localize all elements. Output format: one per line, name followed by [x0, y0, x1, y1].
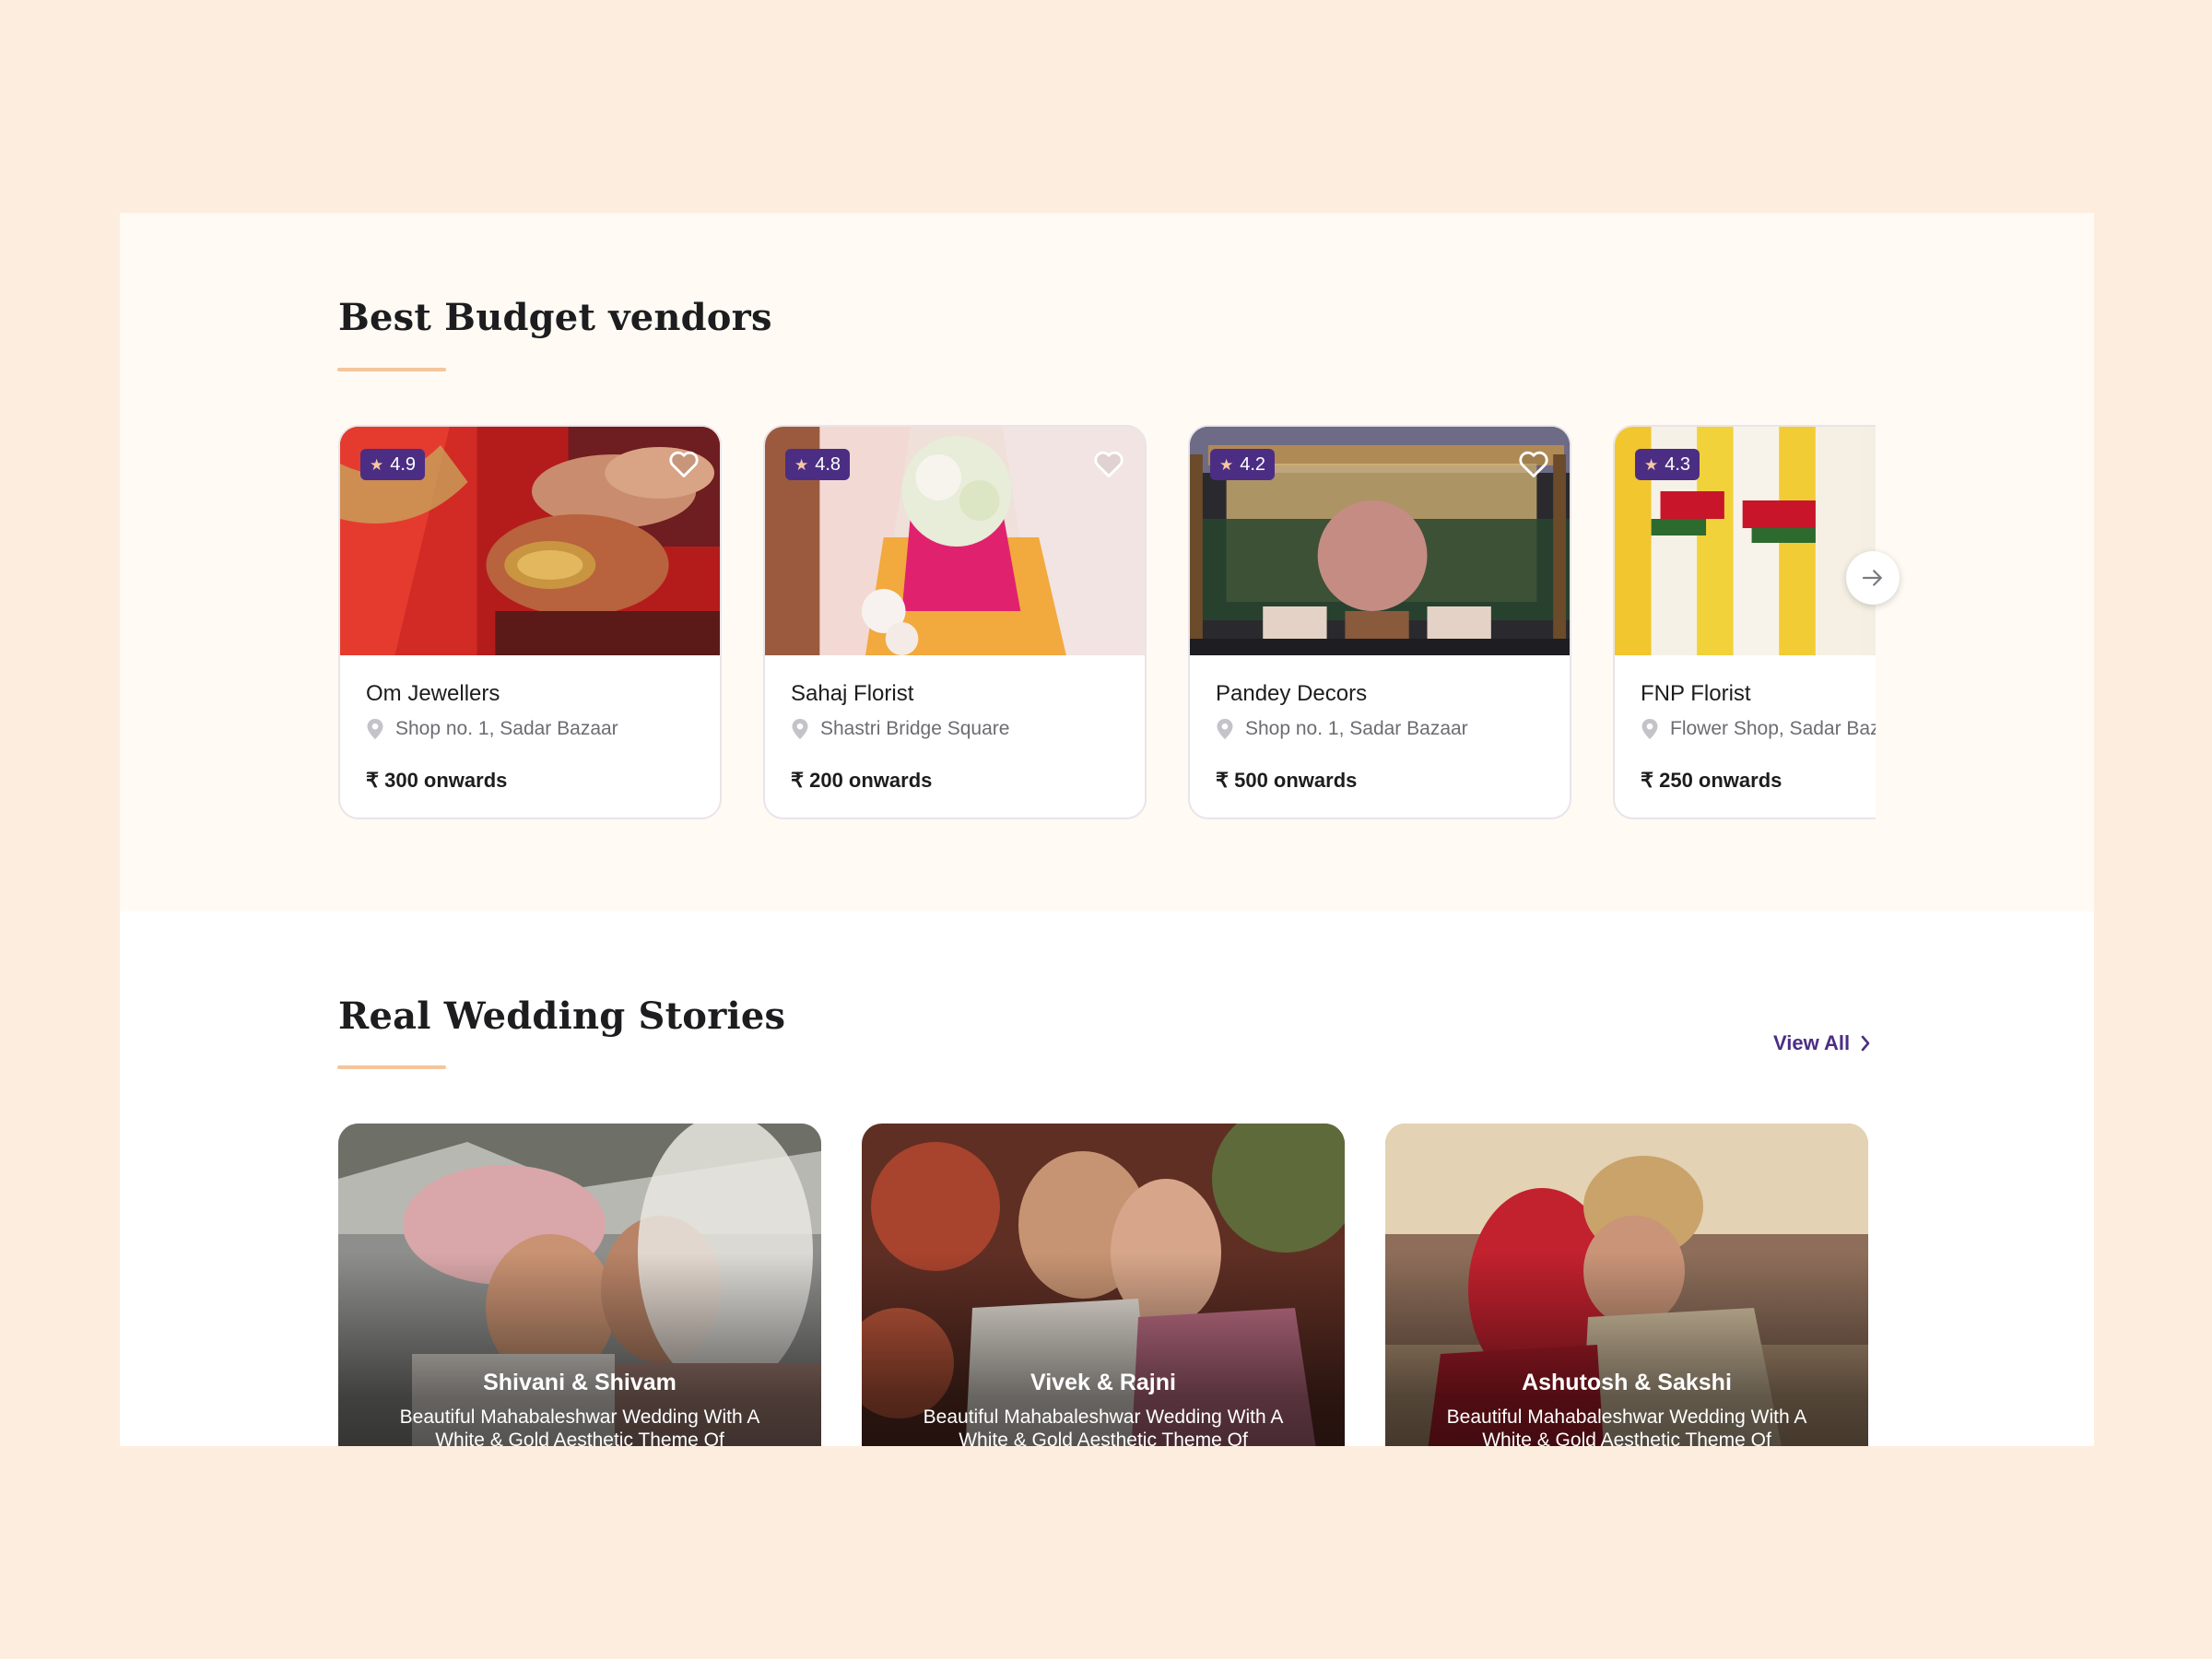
rating-value: 4.2 [1240, 453, 1266, 475]
map-pin-icon [1217, 719, 1233, 739]
star-icon: ★ [1219, 455, 1234, 474]
favorite-button[interactable] [1091, 447, 1126, 480]
map-pin-icon [792, 719, 808, 739]
vendor-price: ₹ 300 onwards [366, 769, 508, 792]
map-pin-icon [1641, 719, 1658, 739]
vendor-card[interactable]: ★ 4.8 Sahaj Florist Shastri Bridge Squar… [763, 425, 1147, 819]
rating-value: 4.8 [815, 453, 841, 475]
heart-icon [669, 451, 699, 477]
vendor-card[interactable]: ★ 4.2 Pandey Decors Shop no. 1, Sadar Ba… [1188, 425, 1571, 819]
story-couple-name: Vivek & Rajni [1030, 1370, 1176, 1395]
section-title-underline [337, 368, 446, 371]
view-all-label: View All [1773, 1031, 1851, 1054]
rating-badge: ★ 4.9 [360, 449, 426, 480]
vendor-address-text: Shop no. 1, Sadar Bazaar [395, 718, 618, 739]
story-card[interactable]: Ashutosh & Sakshi Beautiful Mahabaleshwa… [1385, 1124, 1868, 1446]
story-description: Beautiful Mahabaleshwar Wedding With A W… [399, 1406, 760, 1446]
section-title-underline [337, 1065, 446, 1069]
heart-icon [1094, 451, 1124, 477]
vendor-card[interactable]: ★ 4.9 Om Jewellers Shop no. 1, Sadar Baz… [338, 425, 722, 819]
favorite-button[interactable] [666, 447, 701, 480]
vendor-address: Shop no. 1, Sadar Bazaar [1216, 718, 1468, 740]
vendor-address-text: Shop no. 1, Sadar Bazaar [1245, 718, 1468, 739]
section-title-stories: Real Wedding Stories [338, 994, 786, 1038]
arrow-right-icon [1862, 570, 1882, 586]
rating-value: 4.3 [1665, 453, 1691, 475]
vendor-price: ₹ 250 onwards [1641, 769, 1783, 792]
budget-vendors-section: Best Budget vendors ★ 4.9 Om Jewellers S… [120, 213, 2094, 912]
favorite-button[interactable] [1516, 447, 1551, 480]
vendor-address: Shop no. 1, Sadar Bazaar [366, 718, 618, 740]
section-title-vendors: Best Budget vendors [338, 296, 772, 339]
content-frame: Best Budget vendors ★ 4.9 Om Jewellers S… [120, 213, 2094, 1446]
vendor-card[interactable]: ★ 4.3 FNP Florist Flower Shop, Sadar Baz… [1613, 425, 1876, 819]
rating-value: 4.9 [390, 453, 417, 475]
vendor-price: ₹ 500 onwards [1216, 769, 1358, 792]
vendor-name: Pandey Decors [1216, 681, 1368, 706]
rating-badge: ★ 4.2 [1210, 449, 1276, 480]
chevron-right-icon [1861, 1035, 1870, 1052]
rating-badge: ★ 4.8 [785, 449, 851, 480]
rating-badge: ★ 4.3 [1635, 449, 1700, 480]
vendor-address: Flower Shop, Sadar Bazaar [1641, 718, 1876, 740]
story-card[interactable]: Vivek & Rajni Beautiful Mahabaleshwar We… [862, 1124, 1345, 1446]
star-icon: ★ [370, 455, 384, 474]
story-description: Beautiful Mahabaleshwar Wedding With A W… [1446, 1406, 1807, 1446]
story-description: Beautiful Mahabaleshwar Wedding With A W… [923, 1406, 1284, 1446]
vendor-address-text: Shastri Bridge Square [820, 718, 1010, 739]
vendor-address-text: Flower Shop, Sadar Bazaar [1670, 718, 1876, 739]
map-pin-icon [367, 719, 383, 739]
view-all-link[interactable]: View All [1773, 1031, 1872, 1055]
vendor-carousel-next-button[interactable] [1846, 551, 1900, 605]
heart-icon [1519, 451, 1548, 477]
star-icon: ★ [1644, 455, 1659, 474]
story-card[interactable]: Shivani & Shivam Beautiful Mahabaleshwar… [338, 1124, 821, 1446]
star-icon: ★ [794, 455, 809, 474]
story-couple-name: Ashutosh & Sakshi [1522, 1370, 1732, 1395]
vendor-address: Shastri Bridge Square [791, 718, 1009, 740]
wedding-stories-section: Real Wedding Stories View All Shivani & … [120, 912, 2094, 1446]
vendor-price: ₹ 200 onwards [791, 769, 933, 792]
vendor-carousel: ★ 4.9 Om Jewellers Shop no. 1, Sadar Baz… [338, 425, 1876, 821]
story-couple-name: Shivani & Shivam [483, 1370, 677, 1395]
vendor-name: Om Jewellers [366, 681, 500, 706]
vendor-name: FNP Florist [1641, 681, 1751, 706]
vendor-name: Sahaj Florist [791, 681, 914, 706]
